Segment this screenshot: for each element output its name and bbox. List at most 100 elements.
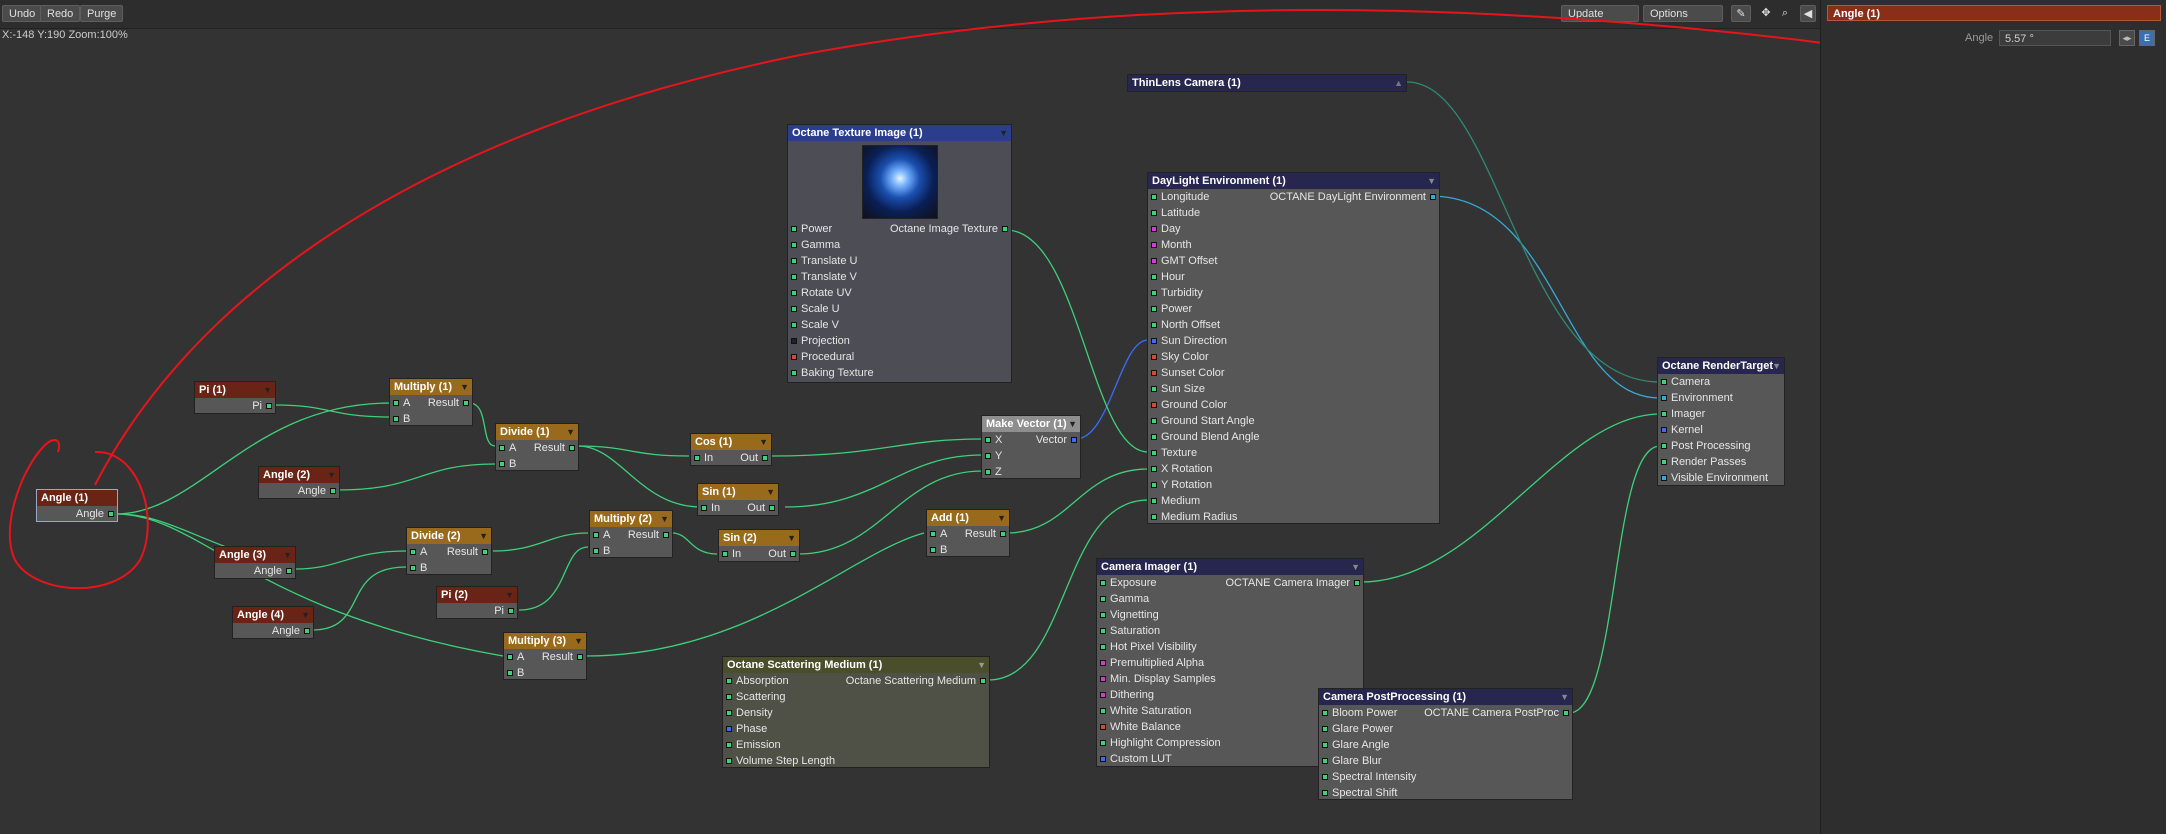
input-port[interactable] (1151, 434, 1157, 440)
input-port[interactable] (1151, 322, 1157, 328)
input-port[interactable] (1322, 774, 1328, 780)
e-button[interactable]: E (2139, 30, 2155, 46)
input-port[interactable] (1661, 395, 1667, 401)
options-button[interactable]: Options (1643, 5, 1723, 22)
collapse-icon[interactable]: ▼ (327, 467, 336, 483)
node-angle-3[interactable]: Angle (3) ▼ Angle (214, 546, 296, 579)
input-port[interactable] (1151, 498, 1157, 504)
node-camera-postprocessing-1[interactable]: Camera PostProcessing (1) ▼ Bloom Power OC… (1318, 688, 1573, 800)
redo-button[interactable]: Redo (40, 5, 81, 22)
input-port[interactable] (1322, 758, 1328, 764)
collapse-icon[interactable]: ▼ (566, 424, 575, 440)
input-port[interactable] (1100, 644, 1106, 650)
node-add-1[interactable]: Add (1) ▼ A Result B (926, 509, 1010, 557)
output-port[interactable] (1002, 226, 1008, 232)
input-port[interactable] (1151, 258, 1157, 264)
output-port[interactable] (762, 455, 768, 461)
collapse-icon[interactable]: ▼ (460, 379, 469, 395)
input-port[interactable] (701, 505, 707, 511)
output-port[interactable] (663, 532, 669, 538)
input-port[interactable] (1151, 306, 1157, 312)
input-port[interactable] (1100, 740, 1106, 746)
output-port[interactable] (1071, 437, 1077, 443)
input-port[interactable] (1661, 379, 1667, 385)
input-port[interactable] (791, 306, 797, 312)
input-port[interactable] (1661, 459, 1667, 465)
input-port[interactable] (1151, 386, 1157, 392)
node-angle-4[interactable]: Angle (4) ▼ Angle (232, 606, 314, 639)
input-port[interactable] (1151, 514, 1157, 520)
node-cos-1[interactable]: Cos (1) ▼ In Out (690, 433, 772, 466)
collapse-icon[interactable]: ▼ (759, 434, 768, 450)
input-port[interactable] (593, 548, 599, 554)
input-port[interactable] (1151, 450, 1157, 456)
node-octane-rendertarget[interactable]: Octane RenderTarget ▼ Camera Environment … (1657, 357, 1785, 486)
node-thinlens-camera-1[interactable]: ThinLens Camera (1) ▲ (1127, 74, 1407, 92)
input-port[interactable] (791, 242, 797, 248)
update-button[interactable]: Update (1561, 5, 1639, 22)
pan-icon[interactable]: ✥ (1756, 5, 1776, 22)
node-divide-1[interactable]: Divide (1) ▼ A Result B (495, 423, 579, 471)
input-port[interactable] (593, 532, 599, 538)
input-port[interactable] (726, 710, 732, 716)
input-port[interactable] (791, 338, 797, 344)
input-port[interactable] (694, 455, 700, 461)
collapse-icon[interactable]: ▼ (574, 633, 583, 649)
node-daylight-environment-1[interactable]: DayLight Environment (1) ▼ Longitude OCTAN… (1147, 172, 1440, 524)
node-angle-1[interactable]: Angle (1) Angle (36, 489, 118, 522)
input-port[interactable] (985, 469, 991, 475)
collapse-icon[interactable]: ▼ (999, 125, 1008, 141)
edit-icon[interactable]: ✎ (1731, 5, 1751, 22)
node-octane-texture-image-1[interactable]: Octane Texture Image (1) ▼ Power Octane Im… (787, 124, 1012, 383)
node-pi-1[interactable]: Pi (1) ▼ Pi (194, 381, 276, 414)
input-port[interactable] (1151, 402, 1157, 408)
collapse-icon[interactable]: ▼ (1427, 173, 1436, 189)
collapse-icon[interactable]: ▼ (1068, 416, 1077, 432)
input-port[interactable] (1322, 726, 1328, 732)
output-port[interactable] (569, 445, 575, 451)
collapse-panel-icon[interactable]: ◀ (1800, 5, 1816, 22)
input-port[interactable] (1151, 370, 1157, 376)
angle-input[interactable]: 5.57 ° (1999, 30, 2111, 46)
input-port[interactable] (1100, 628, 1106, 634)
input-port[interactable] (1151, 482, 1157, 488)
input-port[interactable] (1151, 338, 1157, 344)
input-port[interactable] (1100, 596, 1106, 602)
input-port[interactable] (1100, 612, 1106, 618)
input-port[interactable] (1322, 710, 1328, 716)
collapse-icon[interactable]: ▼ (1772, 358, 1781, 374)
collapse-icon[interactable]: ▼ (997, 510, 1006, 526)
envelope-icon[interactable]: ◂▸ (2119, 30, 2135, 46)
input-port[interactable] (726, 678, 732, 684)
input-port[interactable] (410, 549, 416, 555)
input-port[interactable] (722, 551, 728, 557)
output-port[interactable] (1354, 580, 1360, 586)
output-port[interactable] (790, 551, 796, 557)
input-port[interactable] (499, 461, 505, 467)
collapse-icon[interactable]: ▼ (301, 607, 310, 623)
collapse-icon[interactable]: ▼ (505, 587, 514, 603)
input-port[interactable] (791, 322, 797, 328)
collapse-icon[interactable]: ▼ (660, 511, 669, 527)
collapse-icon[interactable]: ▼ (479, 528, 488, 544)
input-port[interactable] (1151, 226, 1157, 232)
output-port[interactable] (980, 678, 986, 684)
input-port[interactable] (791, 274, 797, 280)
purge-button[interactable]: Purge (80, 5, 124, 22)
output-port[interactable] (769, 505, 775, 511)
input-port[interactable] (1661, 443, 1667, 449)
output-port[interactable] (286, 568, 292, 574)
input-port[interactable] (1100, 676, 1106, 682)
input-port[interactable] (1100, 660, 1106, 666)
input-port[interactable] (410, 565, 416, 571)
input-port[interactable] (726, 758, 732, 764)
zoom-icon[interactable]: ⌕ (1775, 5, 1795, 22)
collapse-icon[interactable]: ▼ (1560, 689, 1569, 705)
input-port[interactable] (791, 354, 797, 360)
input-port[interactable] (393, 400, 399, 406)
output-port[interactable] (304, 628, 310, 634)
collapse-icon[interactable]: ▼ (1351, 559, 1360, 575)
collapse-icon[interactable]: ▼ (263, 382, 272, 398)
collapse-icon[interactable]: ▼ (766, 484, 775, 500)
input-port[interactable] (1100, 724, 1106, 730)
